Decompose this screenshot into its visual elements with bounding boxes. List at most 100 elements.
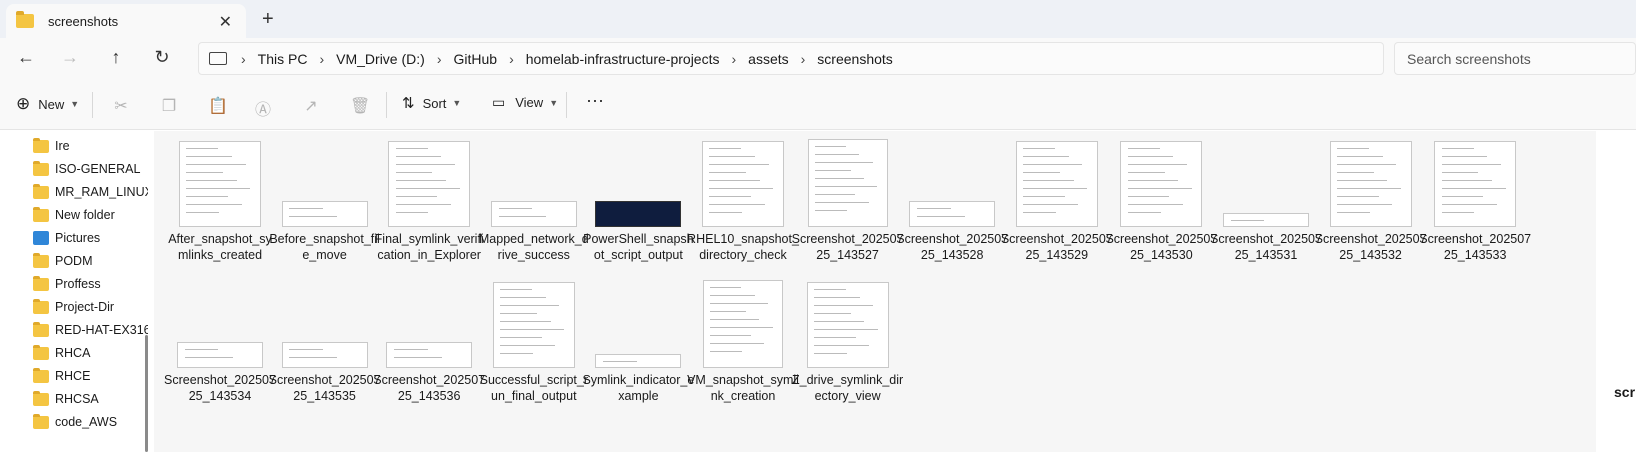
sidebar-scrollbar[interactable]	[145, 335, 148, 452]
sidebar-item-red-hat-ex316[interactable]: RED-HAT-EX316	[33, 318, 148, 342]
chevron-right-icon[interactable]: ›	[509, 51, 514, 67]
file-name: Successful_script_run_final_output	[479, 373, 588, 403]
sidebar-item-label: Project-Dir	[55, 300, 115, 314]
sidebar-item-project-dir[interactable]: Project-Dir	[33, 295, 114, 319]
thumbnail-detail	[710, 311, 747, 312]
thumbnail-detail	[814, 178, 864, 179]
thumbnail-detail	[395, 196, 438, 197]
folder-icon	[33, 344, 49, 360]
title-bar: screenshots ✕ +	[0, 0, 1636, 38]
image-thumbnail	[1329, 141, 1412, 227]
paste-icon[interactable]: 📋	[208, 96, 228, 115]
thumbnail-detail	[710, 319, 760, 320]
thumbnail-detail	[1127, 156, 1174, 157]
sort-button[interactable]: ⇅ Sort ▼	[402, 94, 461, 112]
copy-icon[interactable]: ❐	[160, 96, 178, 115]
chevron-right-icon[interactable]: ›	[319, 51, 324, 67]
sidebar-item-rhca[interactable]: RHCA	[33, 341, 90, 365]
new-button[interactable]: ⊕ New ▼	[16, 94, 79, 114]
thumbnail-container	[168, 135, 272, 227]
thumbnail-detail	[500, 353, 533, 354]
thumbnail-detail	[498, 216, 547, 217]
chevron-right-icon[interactable]: ›	[731, 51, 736, 67]
breadcrumb-screenshots[interactable]: screenshots	[817, 51, 892, 67]
file-name: Screenshot_20250725_143535	[268, 373, 381, 403]
file-name: Final_symlink_verification_in_Explorer	[374, 232, 484, 262]
tab-screenshots[interactable]: screenshots ✕	[6, 4, 246, 38]
thumbnail-container	[273, 135, 377, 227]
thumbnail-detail	[1127, 196, 1170, 197]
sidebar-item-pictures[interactable]: Pictures	[33, 226, 100, 250]
sidebar-item-proffess[interactable]: Proffess	[33, 272, 101, 296]
file-name: Screenshot_20250725_143529	[1000, 232, 1113, 262]
thumbnail-detail	[1127, 164, 1187, 165]
sidebar-item-rhcsa[interactable]: RHCSA	[33, 387, 99, 411]
breadcrumb-github[interactable]: GitHub	[453, 51, 497, 67]
thumbnail-detail	[709, 188, 774, 189]
navigation-pane: Ire ISO-GENERAL MR_RAM_LINUX New folder Pict…	[0, 131, 148, 452]
new-label: New	[38, 96, 65, 112]
thumbnail-detail	[709, 148, 742, 149]
image-thumbnail	[177, 342, 263, 368]
sidebar-item-ire[interactable]: Ire	[33, 134, 70, 158]
search-input[interactable]: Search screenshots	[1394, 42, 1636, 75]
sidebar-item-iso-general[interactable]: ISO-GENERAL	[33, 157, 140, 181]
delete-icon[interactable]: 🗑	[350, 96, 370, 115]
thumbnail-detail	[1127, 180, 1179, 181]
thumbnail-container	[586, 276, 690, 368]
folder-icon	[33, 298, 49, 314]
more-options-button[interactable]: ···	[586, 90, 604, 111]
sidebar-item-label: New folder	[55, 208, 115, 222]
back-arrow-icon[interactable]: ←	[14, 47, 38, 71]
breadcrumb-vm-drive[interactable]: VM_Drive (D:)	[336, 51, 425, 67]
cut-icon[interactable]: ✂	[112, 96, 130, 115]
sidebar-item-label: ISO-GENERAL	[55, 162, 141, 176]
thumbnail-detail	[1023, 172, 1060, 173]
thumbnail-detail	[395, 164, 455, 165]
pictures-icon	[33, 231, 49, 245]
image-thumbnail	[909, 201, 996, 227]
view-button[interactable]: ▭ View ▼	[492, 94, 558, 111]
sidebar-item-new-folder[interactable]: New folder	[33, 203, 115, 227]
sort-icon: ⇅	[402, 95, 415, 112]
thumbnail-detail	[1127, 204, 1183, 205]
folder-icon	[33, 413, 49, 429]
folder-icon	[33, 137, 49, 153]
thumbnail-detail	[500, 313, 537, 314]
thumbnail-detail	[814, 194, 856, 195]
breadcrumb-this-pc[interactable]: This PC	[258, 51, 308, 67]
thumbnail-detail	[1336, 172, 1374, 173]
chevron-right-icon[interactable]: ›	[437, 51, 442, 67]
thumbnail-detail	[393, 349, 428, 350]
thumbnail-detail	[710, 351, 743, 352]
thumbnail-detail	[289, 216, 338, 217]
thumbnail-detail	[710, 343, 765, 344]
sidebar-item-mr-ram-linux[interactable]: MR_RAM_LINUX	[33, 180, 148, 204]
sidebar-item-podm[interactable]: PODM	[33, 249, 93, 273]
thumbnail-detail	[813, 313, 851, 314]
sidebar-item-label: code_AWS	[55, 415, 118, 429]
folder-icon	[33, 321, 49, 337]
sidebar-item-label: MR_RAM_LINUX	[55, 185, 148, 199]
file-name: Screenshot_20250725_143536	[373, 373, 486, 403]
close-tab-icon[interactable]: ✕	[219, 12, 232, 32]
sidebar-item-rhce[interactable]: RHCE	[33, 364, 90, 388]
file-name: Screenshot_20250725_143534	[164, 373, 276, 403]
thumbnail-detail	[709, 180, 760, 181]
refresh-icon[interactable]: ↻	[150, 47, 174, 71]
share-icon[interactable]: ↗	[302, 96, 320, 115]
chevron-right-icon[interactable]: ›	[801, 51, 806, 67]
rename-icon[interactable]: Ⓐ	[254, 96, 272, 119]
breadcrumb-homelab[interactable]: homelab-infrastructure-projects	[526, 51, 720, 67]
sidebar-item-code-aws[interactable]: code_AWS	[33, 410, 117, 434]
breadcrumb-assets[interactable]: assets	[748, 51, 788, 67]
thumbnail-detail	[1336, 148, 1369, 149]
chevron-right-icon[interactable]: ›	[241, 51, 246, 67]
new-tab-button[interactable]: +	[262, 8, 274, 31]
thumbnail-container	[1214, 135, 1318, 227]
folder-icon	[33, 275, 49, 291]
up-arrow-icon[interactable]: ↑	[104, 47, 128, 71]
thumbnail-detail	[500, 305, 560, 306]
forward-arrow-icon[interactable]: →	[58, 47, 82, 71]
address-bar[interactable]: › This PC › VM_Drive (D:) › GitHub › hom…	[198, 42, 1384, 75]
